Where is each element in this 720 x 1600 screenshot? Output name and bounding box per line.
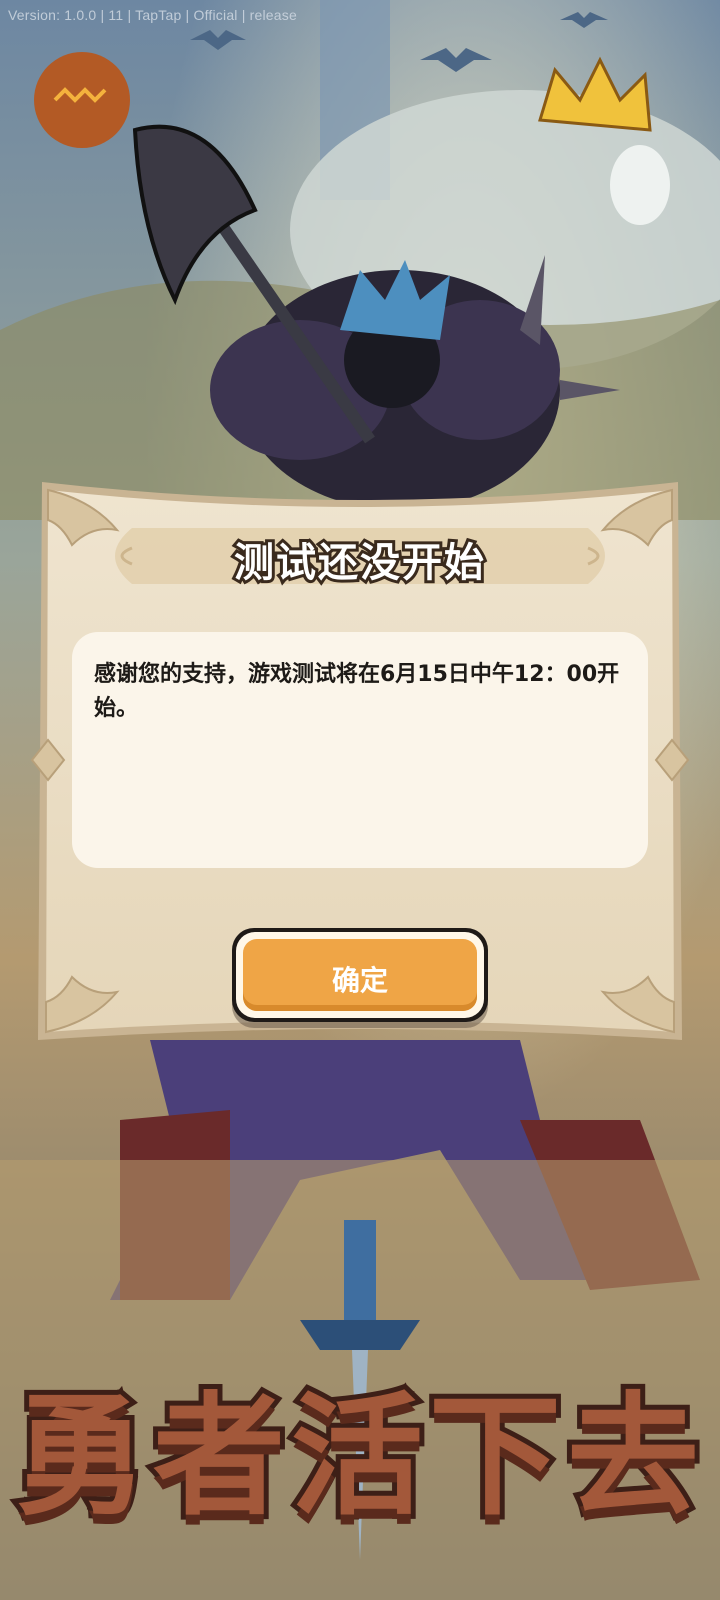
confirm-button-label: 确定: [331, 964, 388, 997]
message-box: 感谢您的支持，游戏测试将在6月15日中午12：00开始。: [72, 632, 648, 868]
confirm-button[interactable]: 确定: [232, 928, 488, 1028]
dialog-message: 感谢您的支持，游戏测试将在6月15日中午12：00开始。: [94, 662, 620, 721]
confirm-button-face: 确定: [243, 939, 477, 1011]
version-label: Version: 1.0.0 | 11 | TapTap | Official …: [8, 7, 297, 23]
dialog-title: 测试还没开始: [231, 537, 487, 589]
game-logo-text: 勇者活下去: [10, 1374, 705, 1539]
game-logo: 勇者活下去: [0, 1210, 720, 1570]
